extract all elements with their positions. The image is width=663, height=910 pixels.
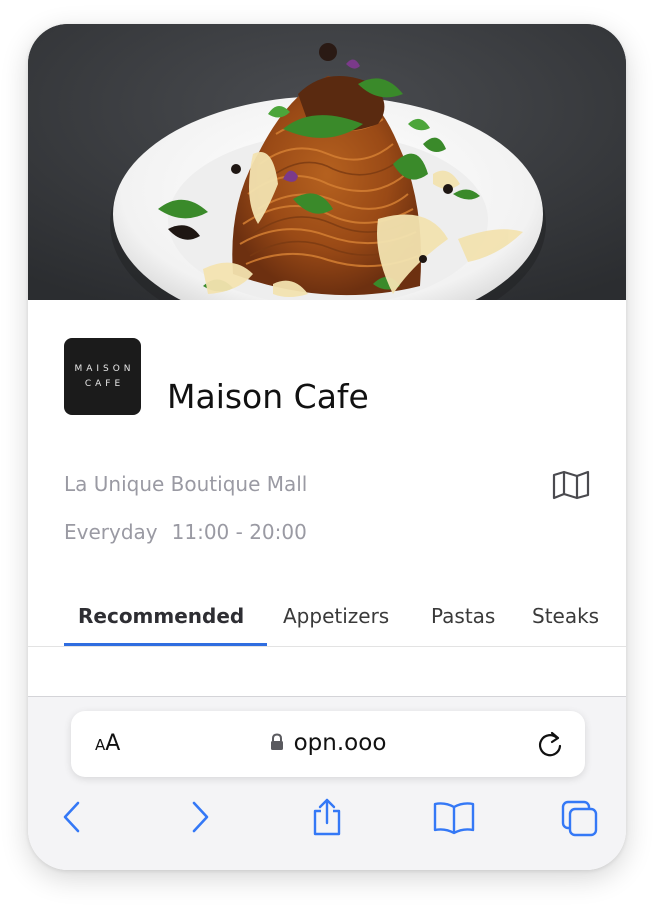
opening-days: Everyday <box>64 520 158 544</box>
opening-hours: Everyday 11:00 - 20:00 <box>64 520 307 544</box>
tab-appetizers[interactable]: Appetizers <box>283 604 389 628</box>
tab-recommended[interactable]: Recommended <box>78 604 244 628</box>
logo-line-1: MAISON <box>74 363 135 374</box>
opening-time: 11:00 - 20:00 <box>171 520 307 544</box>
tabs-divider <box>28 646 626 647</box>
logo-line-2: CAFE <box>84 378 125 389</box>
phone-frame: MAISON CAFE Maison Cafe La Unique Boutiq… <box>28 24 626 870</box>
restaurant-info: MAISON CAFE Maison Cafe La Unique Boutiq… <box>28 300 626 720</box>
tab-pastas[interactable]: Pastas <box>431 604 495 628</box>
share-icon[interactable] <box>310 797 344 837</box>
tabs-icon[interactable] <box>560 797 600 837</box>
bookmarks-icon[interactable] <box>432 797 476 837</box>
restaurant-name: Maison Cafe <box>167 377 369 416</box>
forward-icon[interactable] <box>188 797 212 837</box>
lock-icon <box>270 733 283 750</box>
url-text: opn.ooo <box>293 730 387 756</box>
reload-icon[interactable] <box>535 727 565 761</box>
map-icon[interactable] <box>552 470 590 500</box>
restaurant-logo: MAISON CAFE <box>64 338 141 415</box>
browser-toolbar: AA opn.ooo <box>28 696 626 870</box>
tab-steaks[interactable]: Steaks <box>532 604 599 628</box>
hero-image <box>28 24 626 300</box>
restaurant-location: La Unique Boutique Mall <box>64 472 308 496</box>
address-bar[interactable]: AA opn.ooo <box>71 711 585 777</box>
back-icon[interactable] <box>60 797 84 837</box>
menu-tabs: Recommended Appetizers Pastas Steaks <box>64 604 626 646</box>
url-display[interactable]: opn.ooo <box>71 730 585 756</box>
